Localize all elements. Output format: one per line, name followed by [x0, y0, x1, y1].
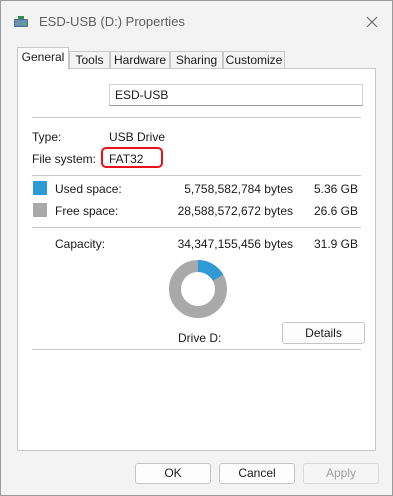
- capacity-bytes: 34,347,155,456 bytes: [177, 237, 293, 251]
- usage-donut-chart: [169, 260, 227, 318]
- divider: [32, 227, 361, 228]
- drive-caption: Drive D:: [178, 331, 222, 345]
- file-system-label: File system:: [32, 152, 97, 166]
- tab-customize[interactable]: Customize: [223, 51, 285, 69]
- free-space-swatch: [33, 203, 47, 217]
- capacity-label: Capacity:: [55, 237, 106, 251]
- details-button[interactable]: Details: [282, 322, 365, 344]
- free-space-label: Free space:: [55, 204, 119, 218]
- close-button[interactable]: [360, 10, 384, 34]
- tab-sharing[interactable]: Sharing: [170, 51, 223, 69]
- free-space-size: 26.6 GB: [313, 204, 358, 218]
- used-space-size: 5.36 GB: [313, 182, 358, 196]
- general-panel: Type: USB Drive File system: FAT32 Used …: [17, 68, 376, 451]
- properties-window: ESD-USB (D:) Properties General Tools Ha…: [0, 0, 393, 496]
- divider: [32, 175, 361, 176]
- used-space-swatch: [33, 181, 47, 195]
- divider: [32, 349, 361, 350]
- tab-hardware[interactable]: Hardware: [110, 51, 170, 69]
- used-space-label: Used space:: [55, 182, 122, 196]
- free-space-bytes: 28,588,572,672 bytes: [177, 204, 293, 218]
- file-system-highlight: [101, 147, 163, 168]
- tab-general[interactable]: General: [17, 47, 69, 70]
- window-title: ESD-USB (D:) Properties: [39, 14, 185, 29]
- title-bar[interactable]: ESD-USB (D:) Properties: [1, 1, 392, 41]
- close-icon: [366, 16, 378, 28]
- used-space-bytes: 5,758,582,784 bytes: [184, 182, 293, 196]
- ok-button[interactable]: OK: [135, 463, 211, 484]
- usb-drive-icon: [14, 16, 28, 27]
- divider: [32, 117, 361, 118]
- tab-tools[interactable]: Tools: [69, 51, 110, 69]
- drive-label-input[interactable]: [109, 84, 363, 106]
- capacity-size: 31.9 GB: [313, 237, 358, 251]
- apply-button[interactable]: Apply: [303, 463, 379, 484]
- cancel-button[interactable]: Cancel: [219, 463, 295, 484]
- type-label: Type:: [32, 130, 62, 144]
- type-value: USB Drive: [109, 130, 166, 144]
